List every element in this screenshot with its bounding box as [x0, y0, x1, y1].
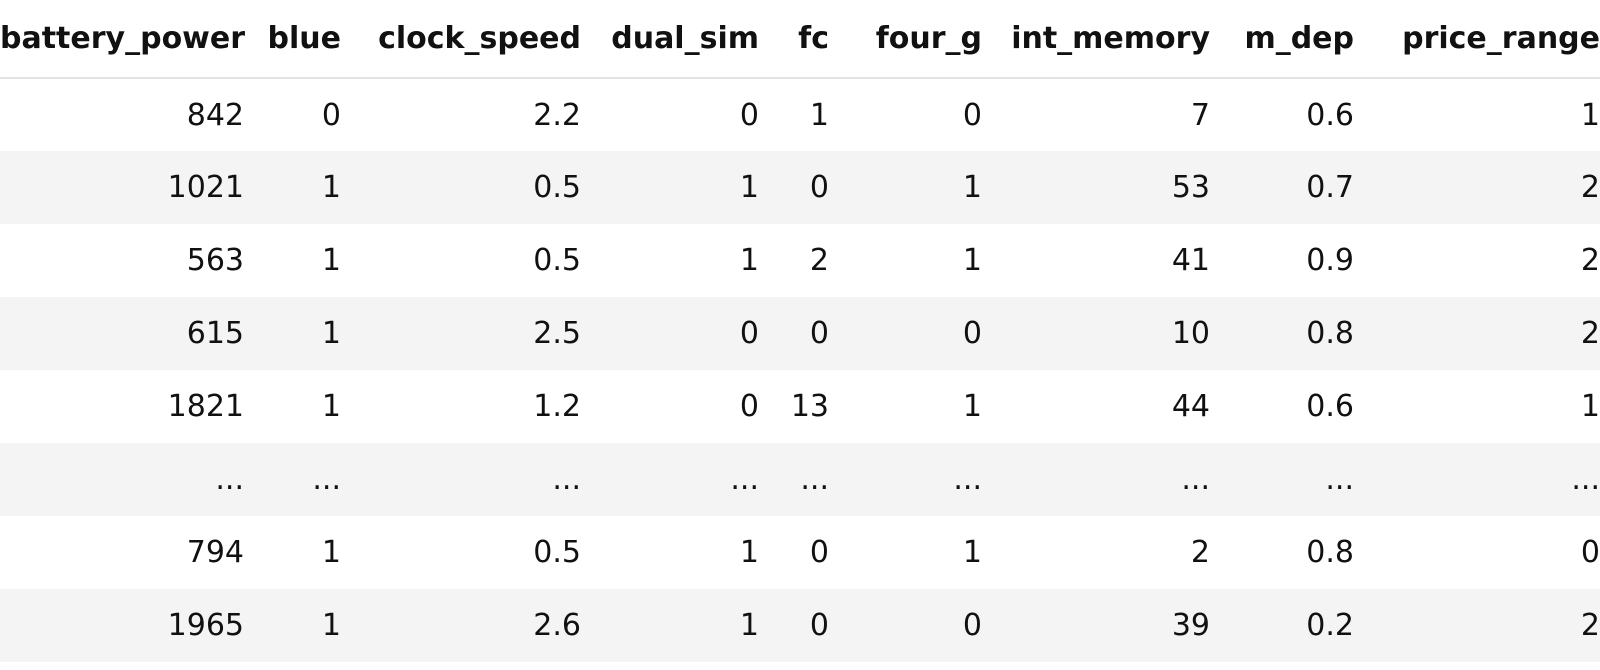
table-cell: 1 [321, 243, 341, 278]
table-cell: 0.2 [1228, 589, 1372, 662]
table-cell: 1 [847, 151, 1000, 224]
column-header-m-dep: m_dep [1228, 0, 1372, 79]
table-cell: 0.6 [1306, 97, 1354, 133]
dataframe-output: battery_power blue clock_speed dual_sim … [0, 0, 1600, 670]
table-cell: 1 [599, 151, 777, 224]
table-cell: 1 [962, 243, 982, 278]
ellipsis-row: ... ... ... ... ... ... ... ... ... [0, 443, 1600, 516]
table-cell: 2 [1372, 151, 1600, 224]
table-cell: 2 [1190, 535, 1210, 570]
table-cell: 13 [790, 389, 829, 424]
table-body: 842 0 2.2 0 1 0 7 0.6 1 1021 1 0.5 1 0 1… [0, 78, 1600, 662]
table-cell: 1 [321, 389, 341, 424]
table-cell: 0 [1580, 535, 1600, 570]
table-cell: 0 [599, 297, 777, 370]
table-cell: 1 [739, 243, 759, 278]
ellipsis-cell: ... [847, 443, 1000, 516]
table-cell: 1 [1580, 389, 1600, 424]
table-cell: 2.5 [359, 297, 599, 370]
column-header-battery-power: battery_power [0, 0, 252, 79]
table-cell: 1 [321, 535, 341, 570]
column-header-price-range: price_range [1372, 0, 1600, 79]
table-cell: 0 [739, 97, 759, 133]
table-cell: 0.5 [533, 535, 581, 570]
ellipsis-cell: ... [599, 443, 777, 516]
table-row: 1965 1 2.6 1 0 0 39 0.2 2 [0, 589, 1600, 662]
table-row: 1821 1 1.2 0 13 1 44 0.6 1 [0, 370, 1600, 443]
table-row: 842 0 2.2 0 1 0 7 0.6 1 [0, 78, 1600, 151]
table-cell: 41 [1171, 243, 1210, 278]
table-cell: 1 [252, 297, 359, 370]
table-cell: 0.7 [1228, 151, 1372, 224]
table-cell: 1 [962, 535, 982, 570]
ellipsis-cell: ... [1228, 443, 1372, 516]
table-cell: 0 [809, 535, 829, 570]
column-header-blue: blue [252, 0, 359, 79]
table-cell: 0 [321, 97, 341, 133]
table-cell: 1 [1580, 97, 1600, 133]
table-cell: 0.6 [1306, 389, 1354, 424]
table-cell: 0.5 [533, 243, 581, 278]
table-cell: 7 [1190, 97, 1210, 133]
table-cell: 2.6 [359, 589, 599, 662]
table-header: battery_power blue clock_speed dual_sim … [0, 0, 1600, 79]
header-row: battery_power blue clock_speed dual_sim … [0, 0, 1600, 79]
table-cell: 44 [1171, 389, 1210, 424]
table-cell: 0.5 [359, 151, 599, 224]
table-cell: 2 [1372, 589, 1600, 662]
table-cell: 39 [1000, 589, 1228, 662]
table-cell: 0.8 [1306, 535, 1354, 570]
table-cell: 0.8 [1228, 297, 1372, 370]
table-cell: 1 [962, 389, 982, 424]
table-cell: 2 [1580, 243, 1600, 278]
table-cell: 1821 [167, 389, 244, 424]
table-cell: 0.9 [1306, 243, 1354, 278]
data-table: battery_power blue clock_speed dual_sim … [0, 0, 1600, 662]
column-header-dual-sim: dual_sim [599, 0, 777, 79]
table-cell: 2.2 [533, 97, 581, 133]
ellipsis-cell: ... [1000, 443, 1228, 516]
table-cell: 1.2 [533, 389, 581, 424]
column-header-four-g: four_g [847, 0, 1000, 79]
table-cell: 2 [1372, 297, 1600, 370]
ellipsis-cell: ... [252, 443, 359, 516]
table-cell: 563 [186, 243, 244, 278]
table-cell: 0 [847, 297, 1000, 370]
table-cell: 0 [777, 589, 847, 662]
column-header-int-memory: int_memory [1000, 0, 1228, 79]
table-cell: 0 [739, 389, 759, 424]
table-cell: 1 [809, 97, 829, 133]
table-cell: 10 [1000, 297, 1228, 370]
table-cell: 53 [1000, 151, 1228, 224]
table-cell: 0 [777, 297, 847, 370]
table-row: 794 1 0.5 1 0 1 2 0.8 0 [0, 516, 1600, 589]
table-row: 563 1 0.5 1 2 1 41 0.9 2 [0, 224, 1600, 297]
table-cell: 1021 [0, 151, 252, 224]
table-cell: 1 [739, 535, 759, 570]
ellipsis-cell: ... [1372, 443, 1600, 516]
table-cell: 1965 [0, 589, 252, 662]
table-cell: 1 [252, 589, 359, 662]
table-cell: 1 [599, 589, 777, 662]
table-cell: 0 [847, 589, 1000, 662]
column-header-fc: fc [777, 0, 847, 79]
table-cell: 0 [777, 151, 847, 224]
table-row: 615 1 2.5 0 0 0 10 0.8 2 [0, 297, 1600, 370]
table-cell: 2 [809, 243, 829, 278]
table-cell: 1 [252, 151, 359, 224]
ellipsis-cell: ... [777, 443, 847, 516]
table-cell: 842 [186, 97, 244, 133]
table-cell: 794 [186, 535, 244, 570]
ellipsis-cell: ... [359, 443, 599, 516]
table-cell: 615 [0, 297, 252, 370]
column-header-clock-speed: clock_speed [359, 0, 599, 79]
table-row: 1021 1 0.5 1 0 1 53 0.7 2 [0, 151, 1600, 224]
table-cell: 0 [962, 97, 982, 133]
ellipsis-cell: ... [0, 443, 252, 516]
